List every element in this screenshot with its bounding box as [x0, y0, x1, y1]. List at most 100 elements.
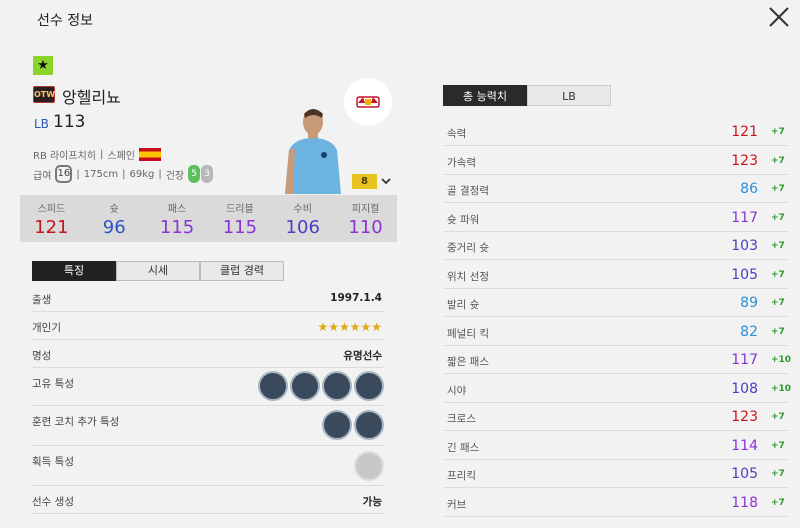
- stat-bonus: +7: [771, 127, 785, 137]
- stat-row: 골 결정력 86 +7: [444, 175, 788, 203]
- trait-icon-3[interactable]: [322, 371, 352, 401]
- enhance-level-badge[interactable]: 8: [352, 174, 377, 189]
- stat-row: 위치 선정 105 +7: [444, 261, 788, 289]
- stat-bonus: +7: [771, 212, 785, 223]
- stat-value: 105: [731, 466, 758, 482]
- salary-label: 급여: [33, 170, 52, 182]
- left-foot-icon: 5: [188, 165, 201, 183]
- club-nation-line: RB 라이프치히 | 스페인: [33, 147, 161, 162]
- club-name: RB 라이프치히: [33, 151, 96, 162]
- stat-name: 프리킥: [447, 470, 476, 482]
- stat-row: 프리킥 105 +7: [444, 460, 788, 488]
- tab-price[interactable]: 시세: [116, 261, 200, 281]
- salary-line: 급여 16 | 175cm | 69kg | 건장 5 3: [33, 165, 214, 183]
- stat-value: 117: [731, 209, 758, 226]
- star-badge-icon: ★: [33, 56, 53, 75]
- coach-trait-icon-1[interactable]: [322, 410, 352, 440]
- player-photo: [285, 109, 341, 194]
- info-row-traits: 고유 특성: [32, 368, 384, 406]
- stat-bonus: +7: [771, 412, 785, 422]
- stat-bonus: +7: [771, 241, 785, 251]
- separator: |: [100, 149, 104, 160]
- separator: |: [122, 168, 126, 180]
- stat-name: 시야: [447, 384, 467, 397]
- stat-name: 짧은 패스: [447, 356, 489, 368]
- spain-flag-icon: [138, 148, 161, 161]
- stat-physical: 피지컬 110: [348, 204, 383, 238]
- star-rating-icon: ★★★★★★: [317, 320, 382, 334]
- stat-bonus: +10: [771, 383, 792, 394]
- stat-speed: 스피드 121: [34, 204, 69, 238]
- info-row-popularity: 개인기 ★★★★★★: [32, 312, 384, 340]
- player-name: 앙헬리뇨: [62, 88, 121, 107]
- stat-name: 슛 파워: [447, 213, 480, 226]
- nation-name: 스페인: [107, 151, 135, 162]
- stat-value: 123: [731, 409, 758, 425]
- stat-name: 발리 슛: [447, 299, 480, 311]
- stat-bonus: +7: [771, 497, 785, 508]
- player-ovr: 113: [53, 112, 86, 132]
- stat-defending: 수비 106: [285, 204, 320, 238]
- stat-bonus: +10: [771, 355, 792, 365]
- info-row-fame: 명성 유명선수: [32, 340, 384, 368]
- stat-bonus: +7: [771, 440, 785, 451]
- stat-row: 시야 108 +10: [444, 375, 792, 403]
- stat-bonus: +7: [771, 184, 785, 194]
- player-position: LB: [34, 117, 49, 131]
- trait-icon-2[interactable]: [290, 371, 320, 401]
- stat-value: 121: [731, 124, 758, 140]
- trait-icon-1[interactable]: [258, 371, 288, 401]
- info-row-coach-traits: 훈련 코치 추가 특성: [32, 406, 384, 446]
- stat-name: 골 결정력: [447, 185, 489, 197]
- stat-dribbling: 드리블 115: [222, 204, 258, 238]
- tab-club-career[interactable]: 클럽 경력: [200, 261, 284, 281]
- close-icon[interactable]: [768, 6, 790, 28]
- separator: |: [76, 168, 80, 180]
- weight: 69kg: [129, 168, 155, 180]
- info-tabs: 특징 시세 클럽 경력: [32, 261, 284, 281]
- stat-bonus: +7: [771, 298, 785, 308]
- stat-bonus: +7: [771, 155, 785, 166]
- stat-row: 페널티 킥 82 +7: [444, 318, 788, 346]
- tab-total-stats[interactable]: 총 능력치: [443, 85, 527, 106]
- info-row-create: 선수 생성 가능: [32, 486, 384, 514]
- stat-name: 크로스: [447, 413, 476, 425]
- stat-value: 108: [731, 380, 758, 397]
- stat-row: 짧은 패스 117 +10: [444, 346, 792, 374]
- tab-traits[interactable]: 특징: [32, 261, 116, 281]
- chevron-down-icon[interactable]: [380, 175, 392, 187]
- stat-name: 긴 패스: [447, 441, 480, 454]
- tab-position-lb[interactable]: LB: [527, 85, 611, 106]
- window-title: 선수 정보: [37, 13, 93, 29]
- right-foot-icon: 3: [201, 165, 214, 183]
- stat-value: 105: [731, 266, 758, 283]
- stat-value: 103: [731, 238, 758, 254]
- salary-value: 16: [55, 165, 73, 183]
- stat-name: 속력: [447, 128, 467, 140]
- stat-row: 슛 파워 117 +7: [444, 204, 788, 232]
- stat-name: 중거리 슛: [447, 242, 489, 254]
- stat-bonus: +7: [771, 269, 785, 280]
- stat-value: 86: [740, 181, 758, 197]
- height: 175cm: [83, 168, 119, 180]
- club-logo-icon: [344, 78, 392, 126]
- coach-trait-icon-2[interactable]: [354, 410, 384, 440]
- stat-name: 커브: [447, 498, 467, 511]
- stat-value: 123: [731, 152, 758, 169]
- stat-bonus: +7: [771, 469, 785, 479]
- trait-icon-4[interactable]: [354, 371, 384, 401]
- stat-row: 가속력 123 +7: [444, 147, 788, 175]
- stat-value: 82: [740, 323, 758, 340]
- stat-value: 118: [731, 494, 758, 511]
- stat-row: 크로스 123 +7: [444, 403, 788, 431]
- stat-shooting: 슛 96: [102, 204, 126, 238]
- body-type: 건장: [165, 170, 185, 182]
- stat-value: 114: [731, 437, 758, 454]
- stat-name: 페널티 킥: [447, 327, 489, 340]
- stat-value: 89: [740, 295, 758, 311]
- stat-name: 가속력: [447, 156, 476, 169]
- stat-row: 커브 118 +7: [444, 489, 788, 517]
- stat-row: 긴 패스 114 +7: [444, 432, 788, 460]
- stat-mode-tabs: 총 능력치 LB: [443, 85, 611, 106]
- main-stats-bar: 스피드 121 슛 96 패스 115 드리블 115 수비 106 피지컬 110: [20, 195, 397, 242]
